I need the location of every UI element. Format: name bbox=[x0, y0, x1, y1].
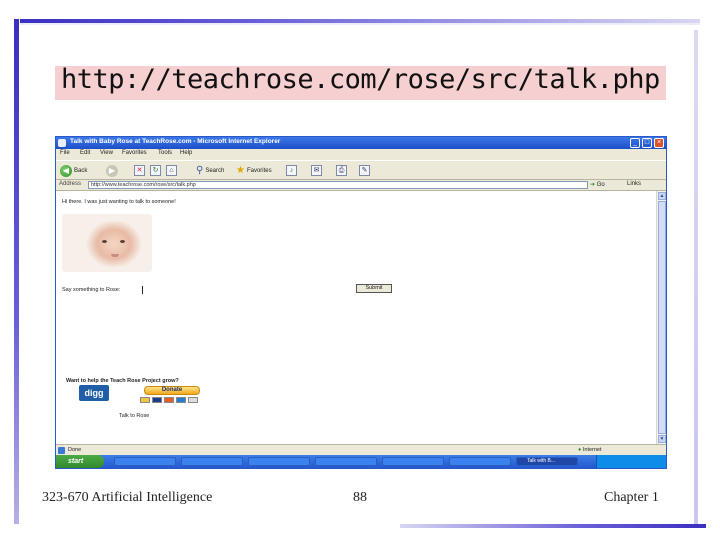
page-icon bbox=[58, 447, 65, 454]
card-icon bbox=[164, 397, 174, 403]
digg-button[interactable]: digg bbox=[79, 385, 109, 401]
slide-bottom-bar bbox=[400, 524, 706, 528]
forward-button[interactable]: ▶ bbox=[106, 164, 118, 177]
slide-right-bar bbox=[694, 30, 698, 524]
menu-edit[interactable]: Edit bbox=[80, 150, 90, 156]
taskbar-item[interactable] bbox=[248, 457, 310, 466]
taskbar: start Talk with B... bbox=[56, 455, 666, 468]
footer-chapter: Chapter 1 bbox=[604, 490, 659, 505]
message-input[interactable] bbox=[142, 286, 353, 294]
go-icon: ➔ bbox=[590, 182, 596, 188]
baby-rose-photo bbox=[62, 214, 152, 272]
go-button[interactable]: ➔ Go bbox=[590, 181, 605, 188]
media-button[interactable]: ♪ bbox=[286, 164, 297, 177]
rose-greeting: Hi there. I was just wanting to talk to … bbox=[62, 199, 176, 205]
scroll-down-icon[interactable]: ▼ bbox=[658, 435, 666, 443]
menu-tools[interactable]: Tools bbox=[158, 150, 172, 156]
window-title: Talk with Baby Rose at TeachRose.com - M… bbox=[70, 138, 281, 145]
mail-icon: ✉ bbox=[311, 165, 322, 176]
footer-page-number: 88 bbox=[353, 490, 367, 505]
ie-icon bbox=[58, 139, 66, 147]
slide-left-bar bbox=[14, 19, 19, 524]
search-button[interactable]: ⚲ Search bbox=[196, 164, 224, 177]
address-field[interactable]: http://www.teachrose.com/rose/src/talk.p… bbox=[88, 181, 588, 189]
taskbar-item[interactable] bbox=[382, 457, 444, 466]
card-icon bbox=[188, 397, 198, 403]
system-tray bbox=[596, 455, 666, 468]
slide-title: http://teachrose.com/rose/src/talk.php bbox=[61, 64, 660, 95]
window-titlebar: Talk with Baby Rose at TeachRose.com - M… bbox=[56, 137, 666, 149]
favorites-button[interactable]: ★ Favorites bbox=[236, 164, 272, 177]
footer-course: 323-670 Artificial Intelligence bbox=[42, 490, 213, 505]
scroll-thumb[interactable] bbox=[658, 201, 666, 434]
search-label: Search bbox=[205, 167, 225, 174]
slide-top-bar-shadow bbox=[20, 23, 700, 25]
help-project-text: Want to help the Teach Rose Project grow… bbox=[66, 378, 179, 384]
address-bar: Address http://www.teachrose.com/rose/sr… bbox=[56, 180, 666, 191]
edit-button[interactable]: ✎ bbox=[359, 164, 370, 177]
links-button[interactable]: Links bbox=[627, 181, 641, 187]
status-bar: Done ● Internet bbox=[56, 444, 666, 455]
submit-button[interactable]: Submit bbox=[356, 284, 392, 293]
go-label: Go bbox=[596, 182, 605, 188]
forward-icon: ▶ bbox=[106, 164, 118, 177]
taskbar-item-active[interactable]: Talk with B... bbox=[516, 457, 578, 466]
page-content: Hi there. I was just wanting to talk to … bbox=[56, 191, 656, 444]
taskbar-item[interactable] bbox=[315, 457, 377, 466]
say-label: Say something to Rose: bbox=[62, 287, 121, 293]
mail-button[interactable]: ✉ bbox=[311, 164, 322, 177]
favorites-label: Favorites bbox=[246, 167, 272, 174]
menu-file[interactable]: File bbox=[60, 150, 70, 156]
talk-to-rose-link[interactable]: Talk to Rose bbox=[119, 413, 149, 419]
scroll-up-icon[interactable]: ▲ bbox=[658, 192, 666, 200]
menu-help[interactable]: Help bbox=[180, 150, 192, 156]
refresh-button[interactable]: ↻ bbox=[150, 164, 161, 177]
vertical-scrollbar[interactable]: ▲ ▼ bbox=[656, 191, 666, 444]
baby-eye-right bbox=[120, 240, 125, 243]
baby-mouth bbox=[111, 254, 119, 257]
zone-label: Internet bbox=[582, 447, 602, 453]
stop-button[interactable]: ✕ bbox=[134, 164, 145, 177]
taskbar-item[interactable] bbox=[181, 457, 243, 466]
taskbar-item[interactable] bbox=[449, 457, 511, 466]
menu-favorites[interactable]: Favorites bbox=[122, 150, 147, 156]
browser-window: Talk with Baby Rose at TeachRose.com - M… bbox=[55, 136, 667, 469]
refresh-icon: ↻ bbox=[150, 165, 161, 176]
menu-bar: File Edit View Favorites Tools Help bbox=[56, 149, 666, 160]
media-icon: ♪ bbox=[286, 165, 297, 176]
status-text: Done bbox=[68, 447, 82, 453]
card-icon bbox=[176, 397, 186, 403]
card-icon bbox=[140, 397, 150, 403]
back-button[interactable]: ◀ Back bbox=[60, 164, 87, 177]
home-button[interactable]: ⌂ bbox=[166, 164, 177, 177]
edit-icon: ✎ bbox=[359, 165, 370, 176]
favorites-icon: ★ bbox=[236, 165, 245, 176]
menu-view[interactable]: View bbox=[100, 150, 113, 156]
print-button[interactable]: ⎙ bbox=[336, 164, 347, 177]
search-icon: ⚲ bbox=[196, 165, 204, 176]
payment-cards bbox=[140, 397, 198, 403]
browser-toolbar: ◀ Back ▶ ✕ ↻ ⌂ ⚲ Search ★ Favorites ♪ ✉ bbox=[56, 160, 666, 180]
back-icon: ◀ bbox=[60, 164, 72, 177]
maximize-button[interactable]: □ bbox=[642, 138, 652, 148]
taskbar-item[interactable] bbox=[114, 457, 176, 466]
start-button[interactable]: start bbox=[56, 455, 104, 468]
print-icon: ⎙ bbox=[336, 165, 347, 176]
back-label: Back bbox=[74, 167, 88, 174]
close-button[interactable]: × bbox=[654, 138, 664, 148]
minimize-button[interactable]: _ bbox=[630, 138, 640, 148]
baby-eye-left bbox=[102, 240, 107, 243]
stop-icon: ✕ bbox=[134, 165, 145, 176]
card-icon bbox=[152, 397, 162, 403]
globe-icon: ● bbox=[578, 447, 582, 453]
status-zone: ● Internet bbox=[578, 447, 602, 453]
donate-button[interactable]: Donate bbox=[144, 386, 200, 395]
home-icon: ⌂ bbox=[166, 165, 177, 176]
address-label: Address bbox=[59, 181, 82, 187]
